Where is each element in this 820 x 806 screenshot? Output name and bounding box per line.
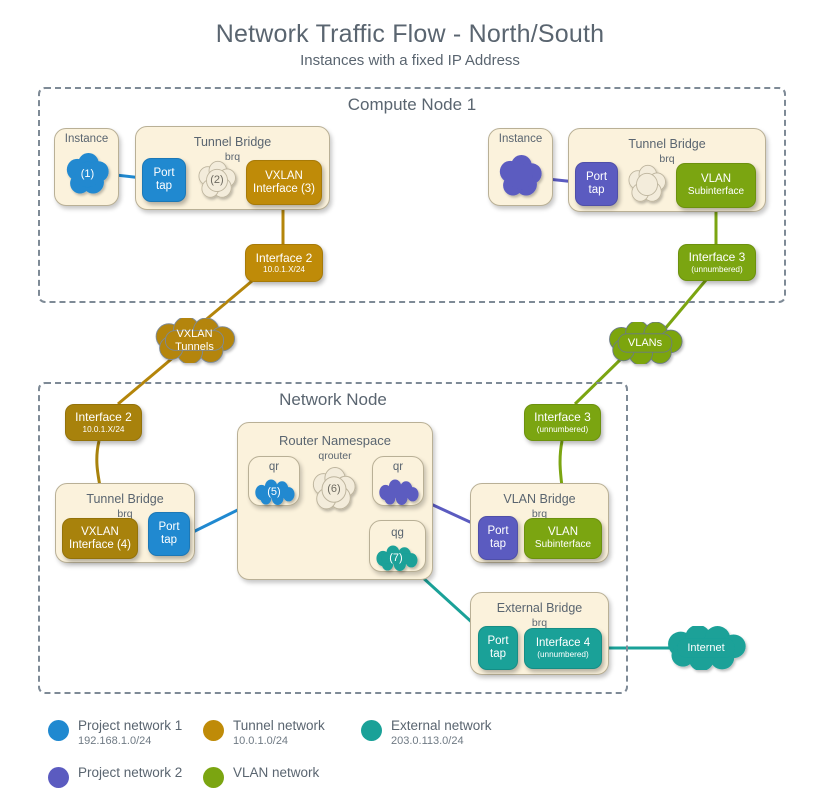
legend-name-2: External network [391, 718, 492, 733]
diagram-canvas: Network Traffic Flow - North/South Insta… [0, 0, 820, 806]
vlan-bridge-port-tap-line2: tap [490, 538, 506, 550]
legend-cidr-1: 10.0.1.0/24 [233, 734, 289, 747]
compute-port-tap-1[interactable]: Port tap [142, 158, 186, 202]
compute-bridge-cloud-2-label: (2) [210, 173, 224, 186]
nn-tunnel-bridge-port-tap[interactable]: Port tap [148, 512, 190, 556]
compute-vlan-subinterface-line2: Subinterface [687, 186, 745, 198]
compute-vxlan-interface-3-line2: Interface (3) [253, 182, 315, 195]
compute-port-tap-2[interactable]: Port tap [575, 162, 618, 206]
compute-tunnel-bridge-title: Tunnel Bridge [193, 135, 272, 149]
compute-port-tap-2-line1: Port [585, 171, 608, 184]
nn-interface-2[interactable]: Interface 2 10.0.1.X/24 [65, 404, 142, 441]
compute-interface-2-line2: 10.0.1.X/24 [263, 265, 305, 275]
qr-left-cloud-label: (5) [267, 485, 281, 498]
vlan-bridge-subinterface-line1: VLAN [547, 526, 579, 539]
vlan-bridge-subinterface-line2: Subinterface [534, 539, 592, 551]
legend-swatch-1 [203, 720, 224, 741]
nn-tunnel-bridge-port-tap-line2: tap [161, 534, 177, 546]
legend-name-3: Project network 2 [78, 765, 183, 780]
qg-cloud-label: (7) [389, 551, 403, 564]
router-center-cloud-6-label: (6) [327, 482, 341, 495]
compute-interface-3-line2: (unnumbered) [691, 264, 743, 274]
compute-port-tap-1-line1: Port [153, 167, 175, 180]
vlan-bridge-port-tap[interactable]: Port tap [478, 516, 518, 560]
legend-name-1: Tunnel network [233, 718, 325, 733]
external-bridge-port-tap-line1: Port [487, 635, 509, 648]
vlan-bridge-subinterface[interactable]: VLAN Subinterface [524, 518, 602, 559]
legend-name-0: Project network 1 [78, 718, 183, 733]
nn-interface-2-line2: 10.0.1.X/24 [82, 424, 125, 434]
vlan-bridge-port-tap-line1: Port [487, 525, 509, 538]
legend-item-2: External network 203.0.113.0/24 [361, 718, 492, 748]
legend-cidr-2: 203.0.113.0/24 [391, 734, 464, 747]
internet-label: Internet [687, 641, 725, 654]
qg-cloud: (7) [373, 545, 419, 571]
compute-interface-3[interactable]: Interface 3 (unnumbered) [678, 244, 756, 281]
router-namespace-title: Router Namespace [279, 433, 391, 448]
nn-vxlan-interface-4[interactable]: VXLAN Interface (4) [62, 518, 138, 559]
qr-left-cloud: (5) [252, 479, 296, 505]
vxlan-tunnels-line1: VXLAN [176, 327, 213, 340]
compute-bridge-cloud-2: (2) [196, 160, 238, 200]
legend-swatch-2 [361, 720, 382, 741]
nn-tunnel-bridge-port-tap-line1: Port [158, 521, 180, 534]
nn-vxlan-interface-4-line1: VXLAN [81, 525, 119, 538]
qg-title: qg [391, 527, 404, 539]
nn-interface-3[interactable]: Interface 3 (unnumbered) [524, 404, 601, 441]
external-bridge-port-tap-line2: tap [490, 648, 506, 660]
compute-interface-2-line1: Interface 2 [255, 250, 313, 265]
vlans-label: VLANs [627, 336, 663, 349]
zone-compute-node-title: Compute Node 1 [347, 95, 477, 114]
compute-vxlan-interface-3-line1: VXLAN [265, 169, 303, 182]
legend-swatch-0 [48, 720, 69, 741]
compute-vlan-subinterface-line1: VLAN [700, 173, 732, 186]
legend-item-1: Tunnel network 10.0.1.0/24 [203, 718, 325, 748]
nn-tunnel-bridge-title: Tunnel Bridge [86, 492, 164, 506]
qr-right-cloud [376, 479, 420, 505]
qr-right-title: qr [392, 461, 404, 473]
compute-bridge-2-cloud [626, 164, 668, 204]
instance-2-cloud [497, 154, 544, 198]
external-bridge-title: External Bridge [496, 601, 583, 615]
legend-item-3: Project network 2 [48, 765, 182, 788]
legend-cidr-0: 192.168.1.0/24 [78, 734, 152, 747]
instance-1-cloud: (1) [64, 152, 111, 196]
legend-item-0: Project network 1 192.168.1.0/24 [48, 718, 182, 748]
external-bridge-interface-4[interactable]: Interface 4 (unnumbered) [524, 628, 602, 669]
instance-2-title: Instance [498, 133, 543, 145]
external-bridge-port-tap[interactable]: Port tap [478, 626, 518, 670]
compute-vxlan-interface-3[interactable]: VXLAN Interface (3) [246, 160, 322, 205]
legend-swatch-3 [48, 767, 69, 788]
compute-interface-3-line1: Interface 3 [688, 250, 746, 265]
instance-1-title: Instance [64, 133, 109, 145]
nn-vxlan-interface-4-line2: Interface (4) [69, 538, 131, 551]
legend-swatch-4 [203, 767, 224, 788]
qr-left-title: qr [268, 461, 280, 473]
nn-interface-3-line2: (unnumbered) [536, 424, 589, 434]
compute-vlan-subinterface[interactable]: VLAN Subinterface [676, 163, 756, 208]
vxlan-tunnels-line2: Tunnels [175, 340, 214, 353]
compute-interface-2[interactable]: Interface 2 10.0.1.X/24 [245, 244, 323, 282]
compute-port-tap-2-line2: tap [588, 184, 605, 196]
instance-1-cloud-label: (1) [80, 167, 95, 180]
vlans-cloud: VLANs [602, 322, 688, 364]
router-center-cloud-6: (6) [310, 466, 358, 512]
compute-tunnel-bridge-2-title: Tunnel Bridge [628, 137, 706, 151]
legend-item-4: VLAN network [203, 765, 319, 788]
compute-port-tap-1-line2: tap [156, 180, 172, 192]
nn-interface-3-line1: Interface 3 [534, 410, 591, 425]
external-bridge-interface-4-line1: Interface 4 [535, 637, 591, 650]
external-bridge-interface-4-line2: (unnumbered) [537, 650, 589, 660]
vxlan-tunnels-cloud: VXLAN Tunnels [148, 318, 241, 363]
nn-interface-2-line1: Interface 2 [75, 410, 132, 425]
internet-cloud: Internet [660, 626, 752, 670]
vlan-bridge-title: VLAN Bridge [503, 492, 576, 506]
legend-name-4: VLAN network [233, 765, 320, 780]
